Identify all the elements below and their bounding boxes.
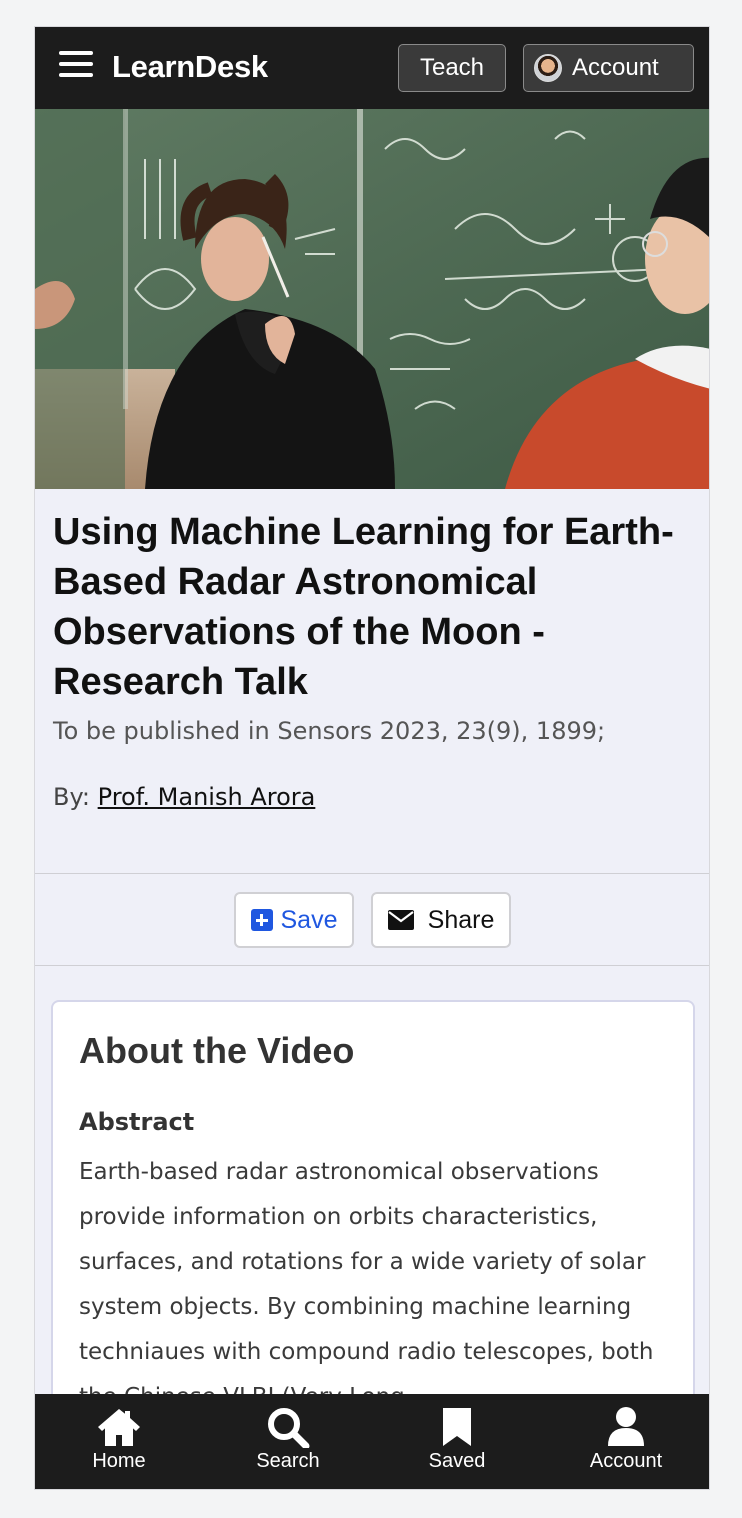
app-frame: LearnDesk Teach Account Using Machine Le… bbox=[34, 26, 710, 1490]
nav-label-saved: Saved bbox=[428, 1450, 486, 1472]
nav-item-search[interactable]: Search bbox=[238, 1394, 338, 1489]
share-button[interactable]: Share bbox=[371, 892, 511, 948]
search-icon bbox=[268, 1408, 310, 1448]
nav-item-home[interactable]: Home bbox=[69, 1394, 169, 1489]
save-button[interactable]: Save bbox=[234, 892, 354, 948]
brand-logo[interactable]: LearnDesk bbox=[112, 49, 268, 85]
divider bbox=[35, 873, 709, 874]
bottom-navigation: Home Search Saved Account bbox=[35, 1394, 709, 1489]
abstract-label: Abstract bbox=[79, 1108, 195, 1136]
teach-button[interactable]: Teach bbox=[398, 44, 506, 92]
video-info: Using Machine Learning for Earth-Based R… bbox=[35, 489, 709, 873]
user-icon bbox=[608, 1407, 644, 1446]
video-thumbnail[interactable] bbox=[35, 109, 709, 489]
account-button-label: Account bbox=[572, 54, 659, 81]
envelope-icon bbox=[387, 910, 414, 930]
nav-item-account[interactable]: Account bbox=[576, 1394, 676, 1489]
nav-label-account: Account bbox=[589, 1450, 663, 1472]
video-title: Using Machine Learning for Earth-Based R… bbox=[53, 511, 674, 703]
abstract-text: Earth-based radar astronomical observati… bbox=[79, 1159, 654, 1410]
author-link[interactable]: Prof. Manish Arora bbox=[98, 783, 316, 811]
chalkboard-scene-image bbox=[35, 109, 709, 489]
avatar bbox=[534, 54, 562, 82]
account-button[interactable]: Account bbox=[523, 44, 694, 92]
bookmark-icon bbox=[443, 1408, 471, 1446]
home-icon bbox=[98, 1409, 140, 1446]
top-header: LearnDesk Teach Account bbox=[35, 27, 709, 109]
nav-label-search: Search bbox=[256, 1450, 320, 1472]
save-button-label: Save bbox=[280, 905, 338, 934]
byline-prefix: By: bbox=[53, 783, 98, 811]
share-button-label: Share bbox=[427, 905, 495, 934]
byline: By: Prof. Manish Arora bbox=[53, 783, 315, 811]
nav-item-saved[interactable]: Saved bbox=[407, 1394, 507, 1489]
divider bbox=[35, 965, 709, 966]
nav-label-home: Home bbox=[92, 1450, 146, 1472]
about-heading: About the Video bbox=[79, 1030, 355, 1071]
plus-square-icon bbox=[250, 909, 273, 931]
hamburger-menu-icon[interactable] bbox=[59, 51, 93, 83]
publication-note: To be published in Sensors 2023, 23(9), … bbox=[53, 717, 606, 745]
